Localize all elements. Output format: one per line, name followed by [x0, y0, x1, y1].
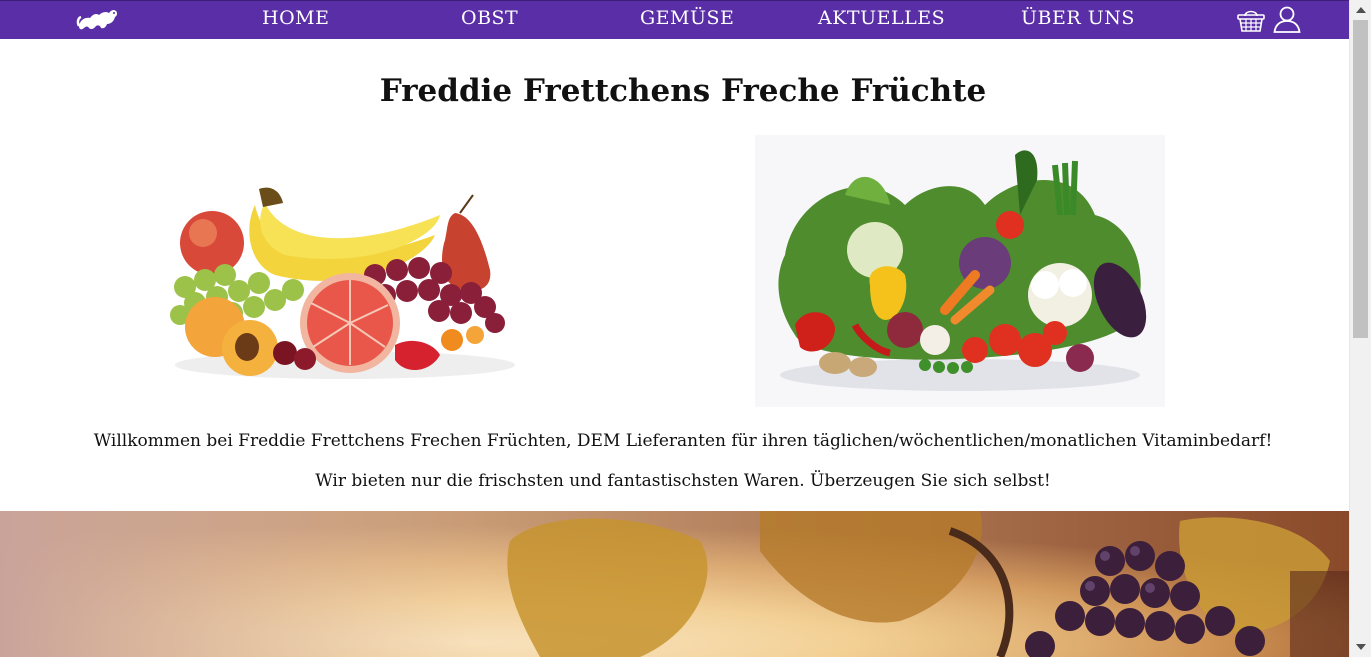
scroll-up-arrow-icon[interactable] [1356, 7, 1366, 13]
nav-obst[interactable]: OBST [461, 7, 518, 29]
vineyard-banner-image [0, 511, 1349, 657]
nav-aktuelles[interactable]: AKTUELLES [818, 7, 945, 29]
scrollbar-thumb[interactable] [1353, 20, 1368, 338]
ferret-logo-icon[interactable] [76, 4, 120, 34]
vegetable-image [755, 135, 1165, 407]
fruit-image [170, 187, 515, 379]
basket-icon[interactable] [1236, 5, 1266, 35]
nav-ueber-uns[interactable]: ÜBER UNS [1021, 7, 1135, 29]
intro-text-welcome: Willkommen bei Freddie Frettchens Freche… [93, 431, 1273, 451]
intro-text-offer: Wir bieten nur die frischsten und fantas… [315, 471, 1051, 491]
nav-gemuese[interactable]: GEMÜSE [640, 7, 734, 29]
user-icon[interactable] [1272, 5, 1302, 35]
nav-home[interactable]: HOME [262, 7, 329, 29]
scroll-down-arrow-icon[interactable] [1356, 644, 1366, 650]
page-title: Freddie Frettchens Freche Früchte [379, 73, 987, 109]
top-navigation-bar: HOME OBST GEMÜSE AKTUELLES ÜBER UNS [0, 0, 1349, 39]
